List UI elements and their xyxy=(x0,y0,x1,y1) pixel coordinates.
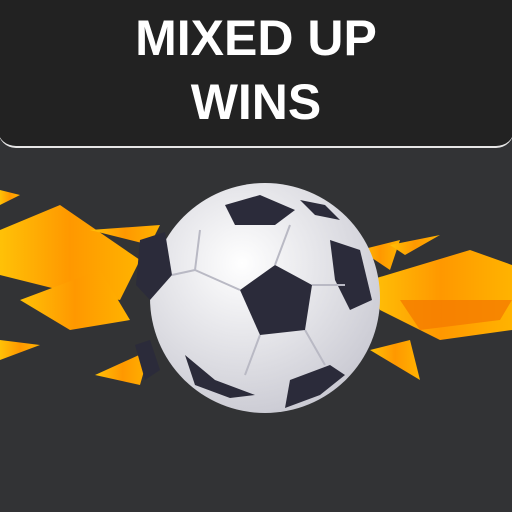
soccer-ball-art xyxy=(0,183,512,413)
title-line-2: WINS xyxy=(190,74,322,130)
title-line-1: MIXED UP xyxy=(135,10,377,66)
soccer-ball-icon xyxy=(135,183,380,413)
title: MIXED UP WINS xyxy=(0,6,512,134)
